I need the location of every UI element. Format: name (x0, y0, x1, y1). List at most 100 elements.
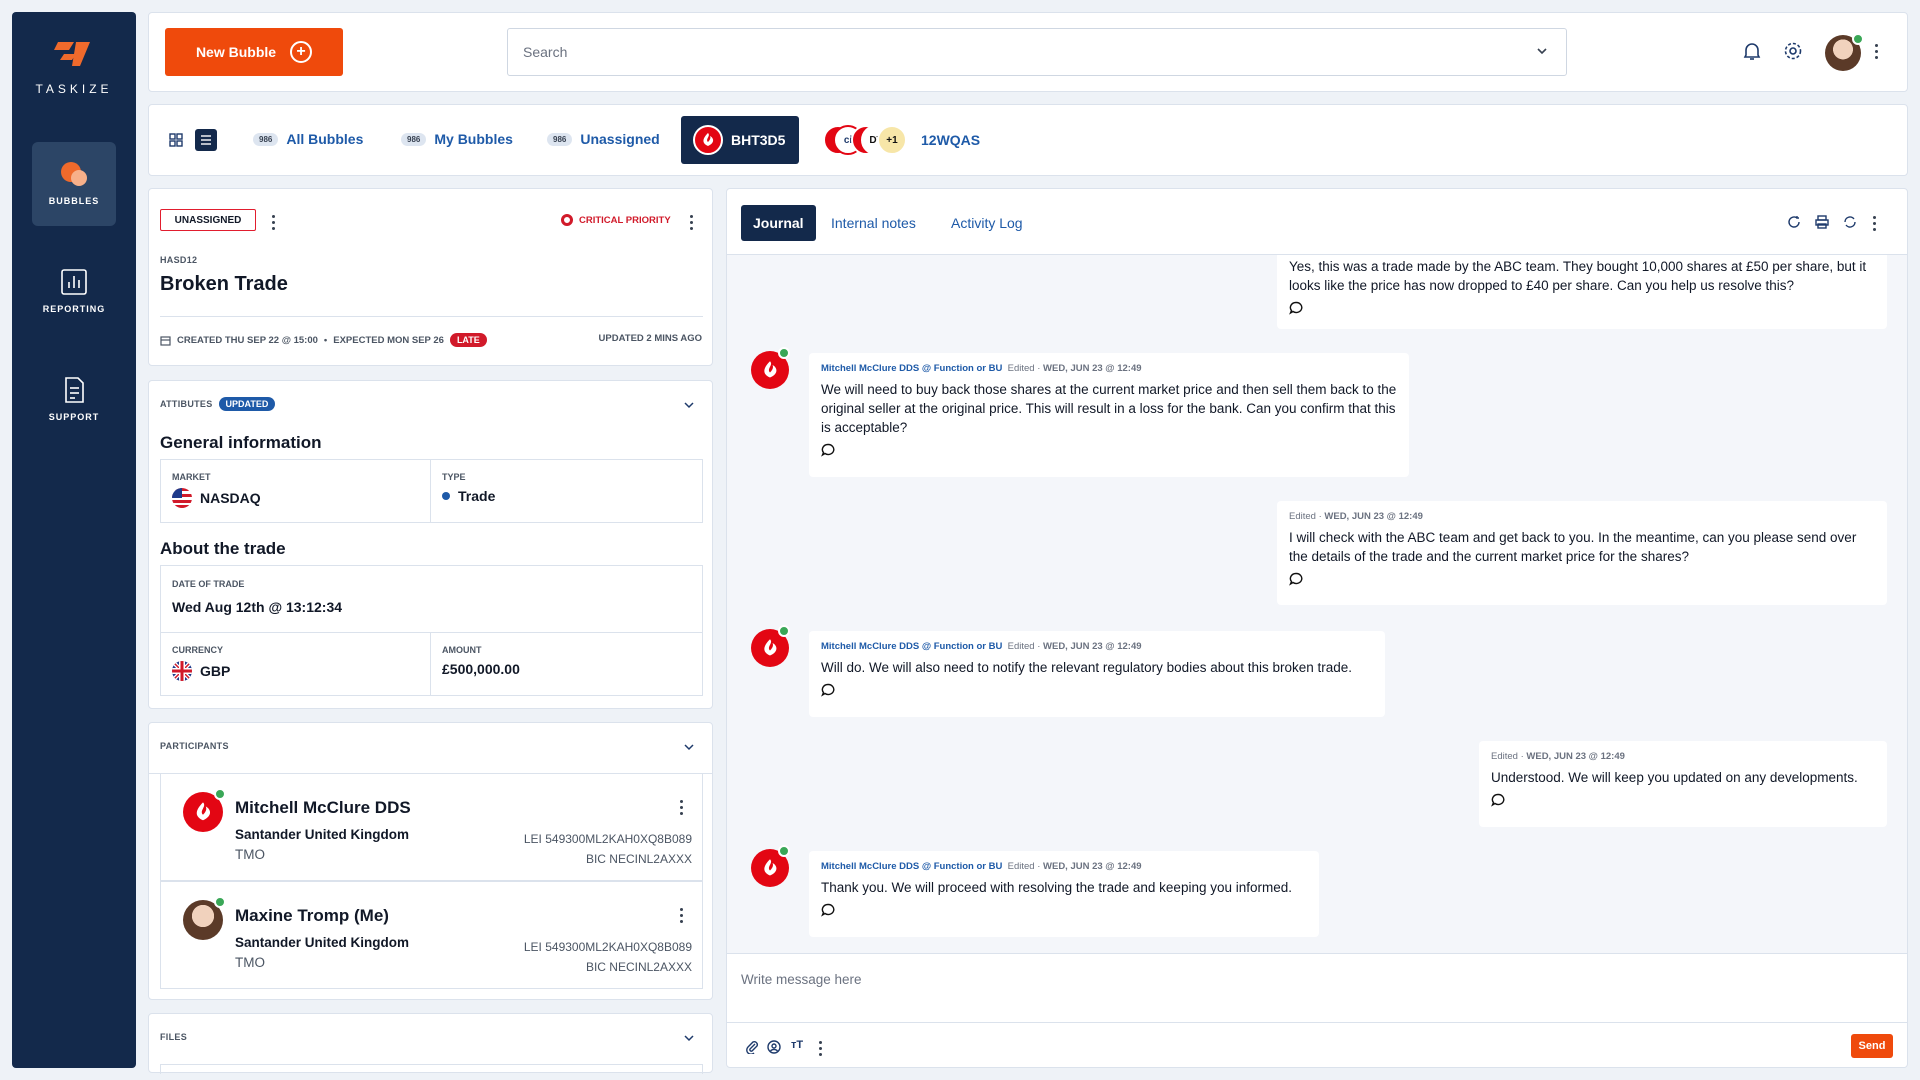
participant-name: Mitchell McClure DDS (235, 798, 411, 817)
message-author[interactable]: Mitchell McClure DDS (821, 641, 919, 652)
message-time: WED, JUN 23 @ 12:49 (1043, 363, 1142, 374)
message-thread: Yes, this was a trade made by the ABC te… (727, 255, 1907, 953)
tab-my-bubbles[interactable]: 986 My Bubbles (401, 131, 513, 147)
bubble-dates: CREATED THU SEP 22 @ 15:00 • EXPECTED MO… (160, 333, 487, 347)
message-author[interactable]: Mitchell McClure DDS (821, 861, 919, 872)
group-label: 12WQAS (921, 132, 981, 148)
message-function: Function or BU (933, 641, 1003, 652)
participant-more-icon[interactable] (680, 800, 684, 818)
participant-role: TMO (235, 847, 265, 862)
panel-more-icon[interactable] (1873, 216, 1877, 234)
tab-all-bubbles[interactable]: 986 All Bubbles (253, 131, 363, 147)
search-input[interactable] (508, 29, 1508, 75)
attachment-icon[interactable] (745, 1040, 759, 1054)
message-text: Will do. We will also need to notify the… (821, 660, 1353, 675)
composer-more-icon[interactable] (819, 1041, 823, 1059)
tab-unassigned[interactable]: 986 Unassigned (547, 131, 660, 147)
send-button[interactable]: Send (1851, 1034, 1893, 1058)
collapse-chevron-icon[interactable] (684, 743, 694, 751)
comment-icon[interactable] (1289, 301, 1303, 315)
participant-role: TMO (235, 955, 265, 970)
market-text: NASDAQ (200, 490, 261, 506)
type-value: Trade (442, 488, 691, 504)
currency-text: GBP (200, 663, 231, 679)
divider (727, 1022, 1907, 1023)
status-badge[interactable]: UNASSIGNED (160, 209, 256, 231)
tab-count: 986 (253, 132, 279, 146)
sidebar-item-label: SUPPORT (48, 412, 100, 422)
more-count: +1 (877, 125, 907, 155)
comment-icon[interactable] (1289, 572, 1303, 586)
chevron-down-icon[interactable] (1536, 45, 1548, 57)
us-flag-icon (172, 488, 192, 508)
comment-icon[interactable] (1491, 793, 1505, 807)
print-icon[interactable] (1815, 215, 1829, 229)
message-header: Mitchell McClure DDS @ Function or BU Ed… (821, 641, 1373, 652)
participant-more-icon[interactable] (680, 908, 684, 926)
message-at: @ (921, 363, 932, 374)
participants-label: PARTICIPANTS (160, 741, 229, 751)
amount-cell: AMOUNT £500,000.00 (430, 632, 703, 696)
sidebar-item-label: REPORTING (42, 304, 106, 314)
tab-activity-log[interactable]: Activity Log (951, 205, 1023, 241)
app-name: TASKIZE (35, 82, 113, 96)
attributes-header[interactable]: ATTIBUTES UPDATED (160, 397, 276, 411)
header-more-icon[interactable] (690, 215, 694, 233)
mention-icon[interactable] (767, 1040, 781, 1054)
text-format-icon[interactable]: ᴛT (791, 1039, 803, 1051)
message-text: I will check with the ABC team and get b… (1289, 530, 1857, 564)
tab-internal-notes[interactable]: Internal notes (831, 205, 916, 241)
collapse-chevron-icon[interactable] (684, 1034, 694, 1042)
message-edited: Edited · (1289, 511, 1322, 522)
participant-card[interactable]: Mitchell McClure DDS Santander United Ki… (160, 773, 703, 881)
reporting-icon (61, 269, 87, 295)
grid-view-button[interactable] (165, 129, 187, 151)
message-outgoing: Edited · WED, JUN 23 @ 12:49 Understood.… (1479, 741, 1887, 827)
list-icon (201, 135, 211, 145)
logo[interactable]: TASKIZE (12, 38, 136, 96)
created-date: CREATED THU SEP 22 @ 15:00 (177, 334, 318, 346)
bubble-id: HASD12 (160, 255, 198, 265)
sidebar-item-reporting[interactable]: REPORTING (32, 250, 116, 334)
message-edited: Edited · (1007, 641, 1041, 652)
tab-bubble-bht3d5[interactable]: BHT3D5 (681, 116, 799, 164)
message-header: Edited · WED, JUN 23 @ 12:49 (1289, 511, 1875, 522)
more-options-icon[interactable] (1875, 44, 1879, 62)
participant-name: Maxine Tromp (Me) (235, 906, 389, 925)
message-function: Function or BU (933, 363, 1003, 374)
search-box[interactable] (507, 28, 1567, 76)
sync-icon[interactable] (1843, 215, 1857, 229)
online-status-icon (778, 845, 790, 857)
priority-badge[interactable]: CRITICAL PRIORITY (561, 214, 671, 226)
participant-card[interactable]: Maxine Tromp (Me) Santander United Kingd… (160, 881, 703, 989)
tab-count: 986 (401, 132, 427, 146)
new-bubble-button[interactable]: New Bubble + (165, 28, 343, 76)
message-outgoing: Edited · WED, JUN 23 @ 12:49 I will chec… (1277, 501, 1887, 605)
file-item (160, 1064, 703, 1074)
type-text: Trade (458, 488, 496, 504)
sidebar-item-bubbles[interactable]: BUBBLES (32, 142, 116, 226)
comment-icon[interactable] (821, 683, 835, 697)
tab-journal[interactable]: Journal (741, 205, 816, 241)
message-incoming: Mitchell McClure DDS @ Function or BU Ed… (809, 851, 1319, 937)
message-text: Thank you. We will proceed with resolvin… (821, 880, 1293, 895)
message-time: WED, JUN 23 @ 12:49 (1043, 641, 1142, 652)
new-bubble-label: New Bubble (195, 44, 277, 60)
sidebar-item-support[interactable]: SUPPORT (32, 358, 116, 442)
gear-icon[interactable] (1783, 41, 1803, 61)
comment-icon[interactable] (821, 903, 835, 917)
date-value: Wed Aug 12th @ 13:12:34 (172, 599, 343, 615)
collapse-chevron-icon[interactable] (684, 401, 694, 409)
message-composer: ᴛT Send (727, 953, 1907, 1067)
updated-badge: UPDATED (218, 397, 276, 411)
attributes-label: ATTIBUTES (160, 399, 213, 409)
message-input[interactable] (741, 972, 1881, 1002)
online-status-icon (1852, 33, 1864, 45)
status-more-icon[interactable] (272, 215, 276, 233)
refresh-icon[interactable] (1787, 215, 1801, 229)
online-status-icon (778, 625, 790, 637)
comment-icon[interactable] (821, 443, 835, 457)
list-view-button[interactable] (195, 129, 217, 151)
message-author[interactable]: Mitchell McClure DDS (821, 363, 919, 374)
bell-icon[interactable] (1743, 41, 1761, 61)
